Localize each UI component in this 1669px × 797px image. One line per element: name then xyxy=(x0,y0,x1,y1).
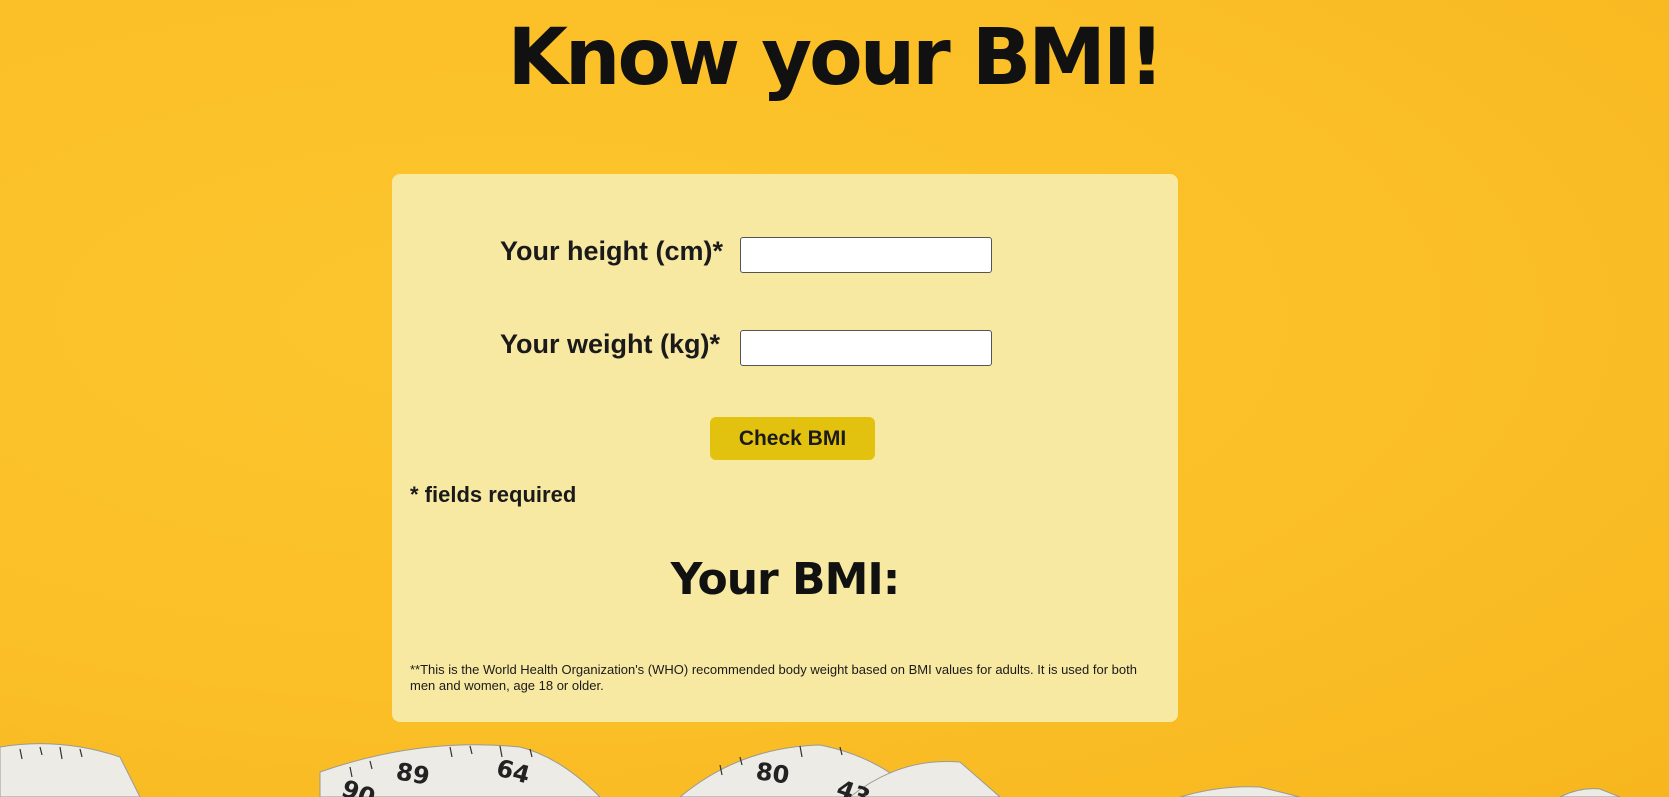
height-input[interactable] xyxy=(740,237,992,273)
height-label: Your height (cm)* xyxy=(500,236,724,266)
measuring-tape-decoration: 89 64 80 90 43 xyxy=(0,743,1621,797)
page-title: Know your BMI! xyxy=(507,13,1164,103)
bmi-result-heading: Your BMI: xyxy=(670,554,901,605)
check-bmi-button[interactable]: Check BMI xyxy=(710,417,875,460)
tape-number: 89 xyxy=(394,757,432,790)
required-fields-note: * fields required xyxy=(410,482,577,507)
tape-number: 80 xyxy=(754,757,791,789)
who-footnote: **This is the World Health Organization'… xyxy=(410,662,1137,693)
bmi-form-card: Your height (cm)* Your weight (kg)* Chec… xyxy=(392,174,1178,722)
weight-input[interactable] xyxy=(740,330,992,366)
weight-label: Your weight (kg)* xyxy=(500,329,720,359)
tape-segment xyxy=(0,743,1621,797)
